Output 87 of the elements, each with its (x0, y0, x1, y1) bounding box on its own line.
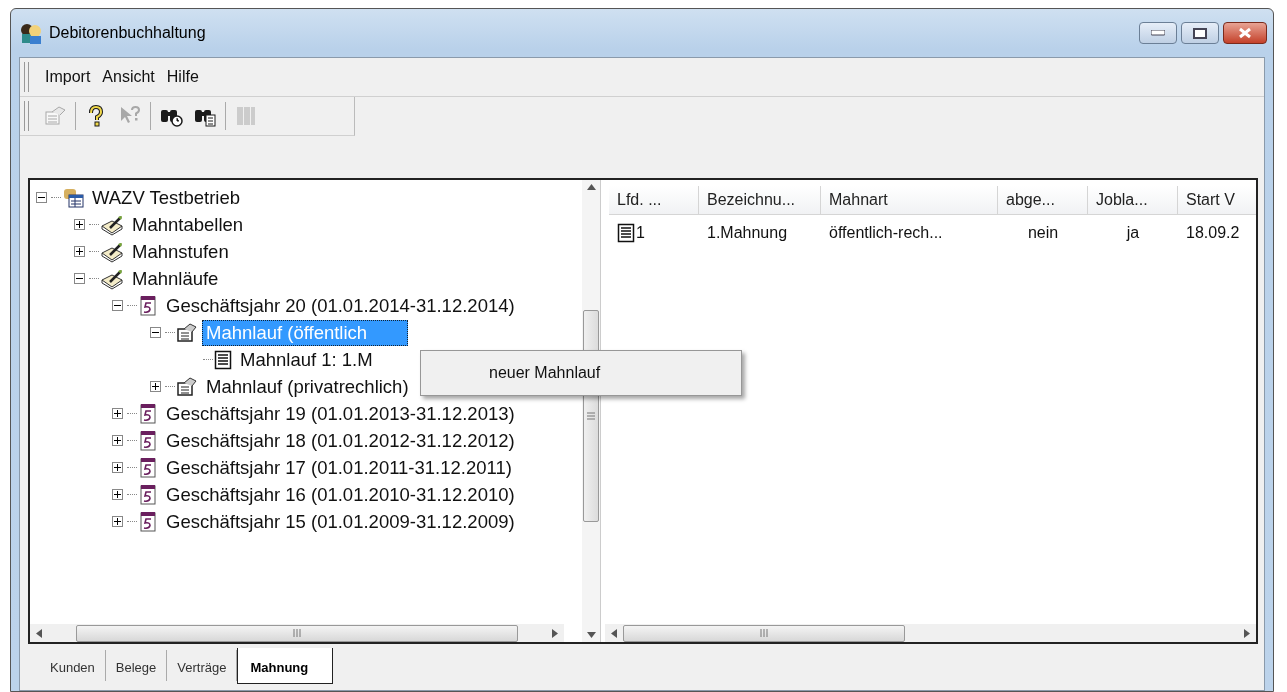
calendar-icon (138, 510, 158, 533)
table-cell: ja (1126, 224, 1140, 242)
grip-icon (293, 629, 301, 637)
tree-item[interactable]: Mahnläufe (128, 265, 223, 292)
calendar-icon (138, 294, 158, 317)
plus-icon (114, 491, 121, 498)
window-title: Debitorenbuchhaltung (49, 24, 206, 42)
table-cell: nein (1027, 224, 1059, 242)
book-pen-icon (100, 240, 124, 263)
properties-icon (176, 322, 198, 343)
tree-item[interactable]: Geschäftsjahr 20 (01.01.2014-31.12.2014) (162, 292, 519, 319)
column-header[interactable]: Lfd. ... (609, 186, 699, 215)
tab[interactable]: Mahnung (237, 648, 334, 684)
menu-item[interactable]: Ansicht (100, 66, 157, 88)
collapse-toggle[interactable] (150, 327, 161, 338)
barcode-icon (234, 104, 258, 128)
scroll-up-icon (586, 184, 596, 190)
menu-item[interactable]: Import (43, 66, 93, 88)
collapse-toggle[interactable] (74, 273, 85, 284)
scroll-left-icon (36, 628, 42, 638)
column-header[interactable]: abge... (998, 186, 1088, 215)
column-header[interactable]: Bezeichnu... (699, 186, 821, 215)
menu-item[interactable]: neuer Mahnlauf (421, 351, 741, 395)
calendar-icon (138, 402, 158, 425)
close-icon (1238, 27, 1252, 39)
minus-icon (38, 194, 45, 201)
plus-icon (114, 410, 121, 417)
plus-icon (114, 518, 121, 525)
tree-item[interactable]: Mahnlauf (privatrechlich) (202, 373, 413, 400)
scroll-right-icon (1244, 628, 1250, 638)
expand-toggle[interactable] (112, 516, 123, 527)
plus-icon (76, 221, 83, 228)
maximize-button[interactable] (1181, 22, 1219, 44)
tree-item[interactable]: Mahnlauf 1: 1.M (236, 346, 377, 373)
expand-toggle[interactable] (112, 435, 123, 446)
expand-toggle[interactable] (112, 462, 123, 473)
properties-icon (43, 104, 67, 128)
expand-toggle[interactable] (150, 381, 161, 392)
scroll-left-icon (611, 628, 617, 638)
table-cell: 18.09.2 (1186, 224, 1240, 242)
minus-icon (152, 329, 159, 336)
tree-item[interactable]: Geschäftsjahr 19 (01.01.2013-31.12.2013) (162, 400, 519, 427)
close-button[interactable] (1223, 22, 1267, 44)
column-header[interactable]: Mahnart (821, 186, 998, 215)
tree-item[interactable]: Geschäftsjahr 16 (01.01.2010-31.12.2010) (162, 481, 519, 508)
minimize-icon (1151, 30, 1165, 36)
maximize-icon (1193, 27, 1207, 39)
table-cell: 1.Mahnung (707, 224, 788, 242)
collapse-toggle[interactable] (112, 300, 123, 311)
tree-item[interactable]: WAZV Testbetrieb (88, 184, 245, 211)
plus-icon (76, 248, 83, 255)
document-icon (214, 349, 232, 370)
collapse-toggle[interactable] (36, 192, 47, 203)
minus-icon (114, 302, 121, 309)
grip-icon (587, 412, 595, 420)
tree-item[interactable]: Geschäftsjahr 15 (01.01.2009-31.12.2009) (162, 508, 519, 535)
document-icon (617, 223, 635, 243)
tree-item[interactable]: Mahntabellen (128, 211, 248, 238)
minus-icon (76, 275, 83, 282)
expand-toggle[interactable] (112, 408, 123, 419)
expand-toggle[interactable] (74, 246, 85, 257)
calendar-icon (138, 429, 158, 452)
expand-toggle[interactable] (74, 219, 85, 230)
tree-item[interactable]: Mahnstufen (128, 238, 233, 265)
plus-icon (114, 464, 121, 471)
database-table-icon (62, 186, 84, 209)
scroll-down-icon (586, 632, 596, 638)
minimize-button[interactable] (1139, 22, 1177, 44)
tree-item[interactable]: Geschäftsjahr 17 (01.01.2011-31.12.2011) (162, 454, 516, 481)
expand-toggle[interactable] (112, 489, 123, 500)
scroll-right-icon (552, 628, 558, 638)
users-icon (19, 22, 43, 44)
calendar-icon (138, 456, 158, 479)
table-cell: öffentlich-rech... (829, 224, 943, 242)
calendar-icon (138, 483, 158, 506)
plus-icon (114, 437, 121, 444)
table-cell: 1 (636, 224, 645, 242)
tree-item[interactable]: Geschäftsjahr 18 (01.01.2012-31.12.2012) (162, 427, 519, 454)
column-header[interactable]: Jobla... (1088, 186, 1178, 215)
scrollbar-thumb[interactable] (76, 624, 518, 642)
book-pen-icon (100, 267, 124, 290)
book-pen-icon (100, 213, 124, 236)
menu-item[interactable]: Hilfe (164, 66, 201, 88)
properties-icon (176, 376, 198, 397)
plus-icon (152, 383, 159, 390)
scrollbar-thumb[interactable] (623, 624, 905, 642)
grip-icon (760, 629, 768, 637)
